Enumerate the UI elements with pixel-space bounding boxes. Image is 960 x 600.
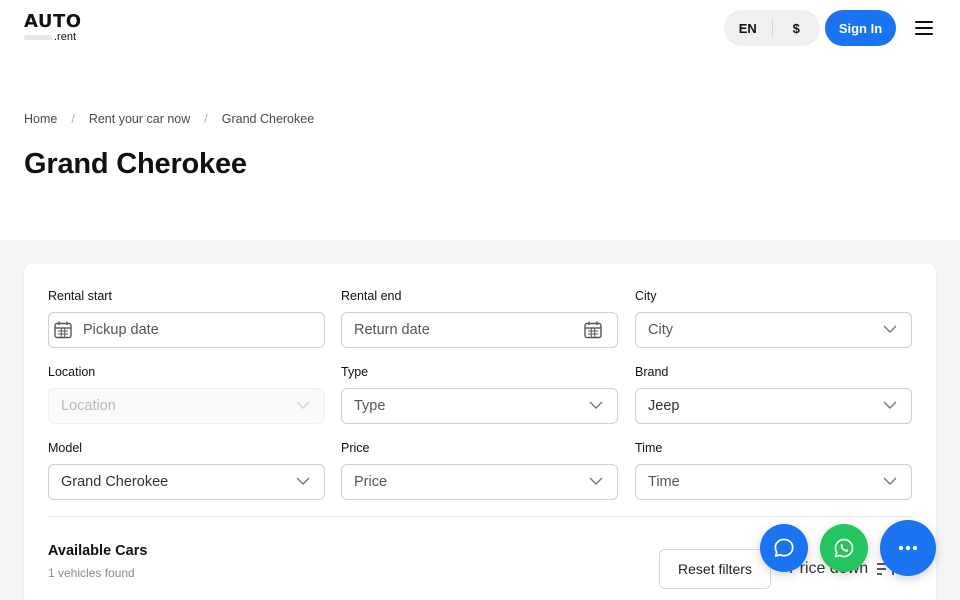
type-value: Type — [354, 398, 386, 414]
reset-filters-button[interactable]: Reset filters — [659, 549, 771, 589]
city-value: City — [648, 322, 673, 338]
city-select[interactable]: City — [635, 312, 912, 348]
type-label: Type — [341, 365, 369, 379]
chat-bubble-icon — [774, 538, 794, 557]
pickup-date-placeholder: Pickup date — [83, 322, 159, 338]
top-header: AUTO .rent EN $ Sign In — [0, 0, 960, 56]
price-field: Price Price — [341, 440, 618, 500]
sign-in-button[interactable]: Sign In — [825, 10, 896, 46]
city-field: City City — [635, 288, 912, 348]
model-field: Model Grand Cherokee — [48, 440, 325, 500]
chevron-down-icon — [883, 325, 897, 333]
language-currency-switcher: EN $ — [724, 10, 820, 46]
pickup-date-input[interactable]: Pickup date — [48, 312, 325, 348]
city-label: City — [635, 289, 657, 303]
time-select[interactable]: Time — [635, 464, 912, 500]
vehicles-found-count: 1 vehicles found — [48, 566, 135, 580]
logo-bar — [24, 35, 52, 40]
location-value: Location — [61, 398, 116, 414]
logo-main-text: AUTO — [24, 11, 82, 32]
chevron-down-icon — [589, 401, 603, 409]
type-select[interactable]: Type — [341, 388, 618, 424]
model-label: Model — [48, 441, 83, 455]
location-label: Location — [48, 365, 96, 379]
calendar-icon — [54, 321, 72, 339]
calendar-icon — [584, 321, 602, 339]
brand-select[interactable]: Jeep — [635, 388, 912, 424]
language-selector[interactable]: EN — [724, 21, 772, 36]
breadcrumb-rent[interactable]: Rent your car now — [89, 112, 190, 126]
breadcrumb: Home / Rent your car now / Grand Cheroke… — [24, 112, 314, 126]
hero-section: Home / Rent your car now / Grand Cheroke… — [0, 56, 960, 240]
type-field: Type Type — [341, 364, 618, 424]
breadcrumb-home[interactable]: Home — [24, 112, 57, 126]
breadcrumb-current: Grand Cherokee — [221, 112, 315, 126]
available-cars-title: Available Cars — [48, 543, 148, 559]
rental-start-label: Rental start — [48, 289, 112, 303]
chevron-down-icon — [296, 401, 310, 409]
time-value: Time — [648, 474, 680, 490]
currency-selector[interactable]: $ — [773, 21, 821, 36]
menu-icon[interactable] — [912, 18, 936, 38]
whatsapp-icon — [834, 538, 854, 558]
page-title: Grand Cherokee — [24, 148, 247, 180]
chevron-down-icon — [883, 401, 897, 409]
breadcrumb-separator: / — [71, 112, 75, 126]
time-field: Time Time — [635, 440, 912, 500]
rental-start-field: Rental start Pickup date — [48, 288, 325, 348]
chat-button[interactable] — [760, 524, 808, 572]
time-label: Time — [635, 441, 663, 455]
location-select[interactable]: Location — [48, 388, 325, 424]
chevron-down-icon — [589, 477, 603, 485]
chevron-down-icon — [883, 477, 897, 485]
logo-sub-text: .rent — [54, 31, 77, 43]
card-divider — [48, 516, 912, 517]
model-select[interactable]: Grand Cherokee — [48, 464, 325, 500]
brand-field: Brand Jeep — [635, 364, 912, 424]
price-label: Price — [341, 441, 370, 455]
logo[interactable]: AUTO .rent — [24, 13, 82, 43]
price-value: Price — [354, 474, 388, 490]
return-date-input[interactable]: Return date — [341, 312, 618, 348]
whatsapp-button[interactable] — [820, 524, 868, 572]
model-value: Grand Cherokee — [61, 474, 169, 490]
price-select[interactable]: Price — [341, 464, 618, 500]
brand-label: Brand — [635, 365, 669, 379]
chevron-down-icon — [296, 477, 310, 485]
return-date-placeholder: Return date — [354, 322, 430, 338]
more-options-button[interactable] — [880, 520, 936, 576]
rental-end-field: Rental end Return date — [341, 288, 618, 348]
breadcrumb-separator: / — [204, 112, 208, 126]
brand-value: Jeep — [648, 398, 680, 414]
more-dots-icon — [898, 545, 918, 551]
rental-end-label: Rental end — [341, 289, 402, 303]
location-field: Location Location — [48, 364, 325, 424]
